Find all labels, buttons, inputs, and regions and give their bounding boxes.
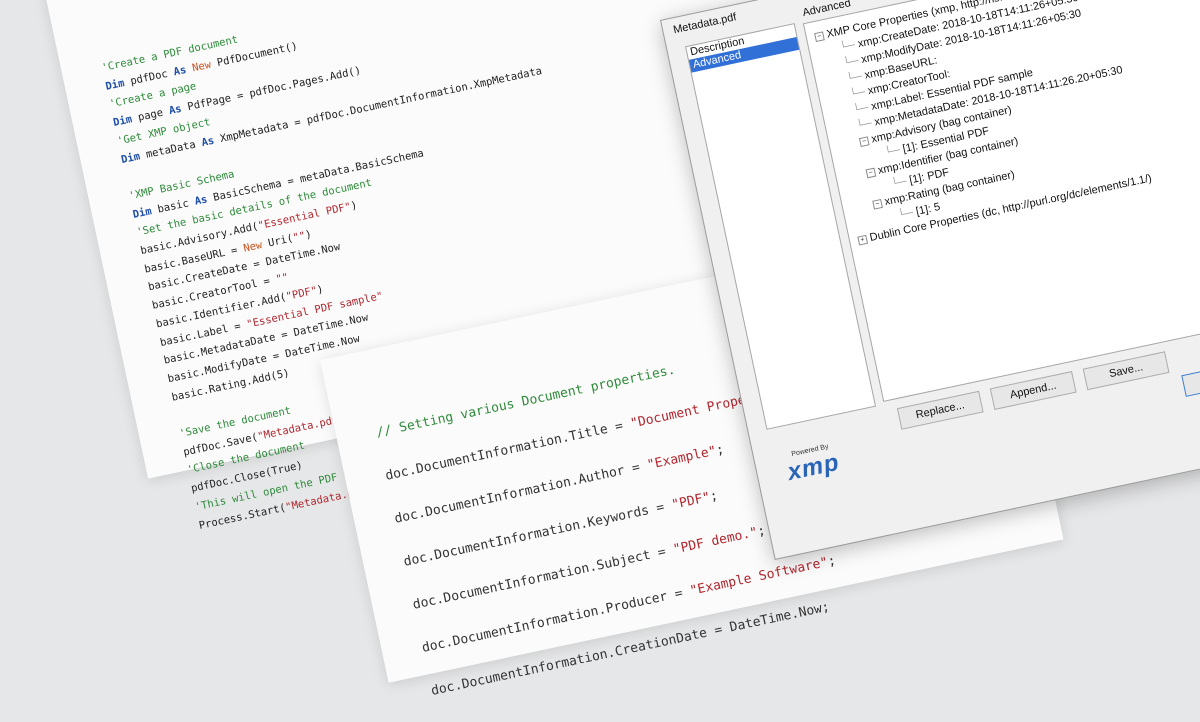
code-token: "PDF": [284, 284, 319, 303]
code-token: New: [242, 237, 270, 255]
code-token: New: [191, 57, 219, 75]
code-token: ;: [826, 553, 838, 570]
code-token: ): [349, 199, 359, 213]
code-token: ;: [714, 442, 726, 459]
tree-connector-icon: └─: [855, 116, 876, 133]
code-token: As: [167, 101, 189, 118]
code-token: ): [304, 228, 313, 242]
code-token: ): [315, 283, 325, 297]
code-token: ;: [708, 488, 720, 505]
dialog-title: Metadata.pdf: [672, 11, 738, 37]
expand-icon[interactable]: +: [857, 234, 869, 246]
tree-connector-icon: └─: [890, 174, 911, 191]
collapse-icon[interactable]: −: [872, 198, 883, 210]
code-token: As: [172, 62, 194, 79]
code-token: "PDF": [670, 490, 712, 513]
tree-connector-icon: └─: [841, 54, 863, 70]
replace-button[interactable]: Replace...: [896, 390, 984, 430]
tree-node-label: [1]: 5: [914, 200, 942, 218]
collapse-icon[interactable]: −: [814, 31, 825, 43]
append-button[interactable]: Append...: [989, 371, 1077, 410]
collapse-icon[interactable]: −: [865, 167, 877, 179]
code-token: "Example": [645, 443, 718, 474]
tree-connector-icon: └─: [896, 206, 918, 222]
tree-connector-icon: └─: [845, 69, 866, 86]
tree-connector-icon: └─: [883, 143, 905, 160]
tree-connector-icon: └─: [838, 38, 860, 55]
code-token: Uri(: [267, 232, 295, 250]
tree-connector-icon: └─: [848, 85, 870, 102]
xmp-logo: Powered By xmp: [784, 442, 842, 487]
ok-button[interactable]: OK: [1181, 357, 1200, 397]
collapse-icon[interactable]: −: [858, 136, 870, 148]
code-token: ;: [756, 523, 767, 540]
code-token: "PDF demo.": [671, 524, 760, 558]
code-token: Dim: [104, 75, 132, 93]
code-token: Dim: [131, 203, 159, 221]
code-token: Dim: [119, 148, 148, 166]
tree-connector-icon: └─: [851, 101, 873, 117]
code-token: "": [274, 271, 290, 286]
save-button[interactable]: Save...: [1082, 351, 1170, 391]
code-token: Dim: [112, 112, 140, 130]
